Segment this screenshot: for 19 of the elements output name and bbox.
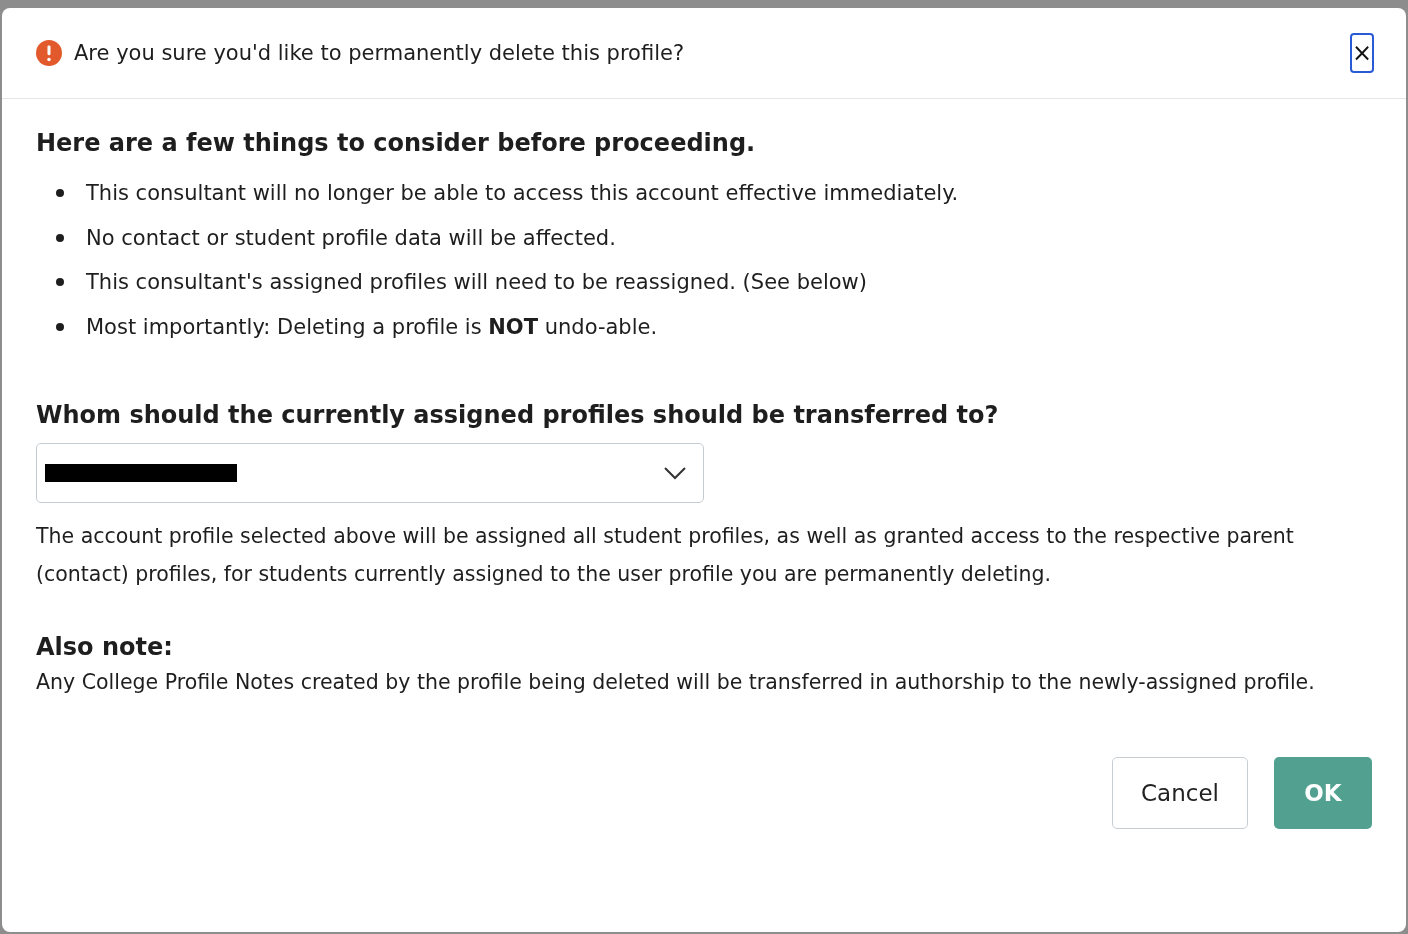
dialog-title: Are you sure you'd like to permanently delete this profile? — [74, 41, 686, 65]
warning-icon — [36, 40, 62, 66]
section-heading: Here are a few things to consider before proceeding. — [36, 129, 757, 157]
consideration-text: This consultant's assigned profiles will need to be reassigned. (See below) — [86, 270, 867, 295]
consideration-text: This consultant will no longer be able to access this account effective immediately. — [86, 181, 959, 206]
bullet-icon — [56, 233, 64, 242]
bullet-icon — [56, 322, 64, 331]
bullet-icon — [56, 278, 64, 287]
consideration-text: No contact or student profile data will be affected. — [86, 225, 616, 250]
note-heading: Also note: — [36, 633, 174, 661]
note-text: Any College Profile Notes created by the profile being deleted will be transferred in authorship to the newly-assigned profile. — [36, 669, 1316, 696]
chevron-down-icon — [663, 466, 687, 480]
consideration-text: Most importantly: Deleting a profile is NOT undo-able. — [86, 314, 658, 339]
bullet-icon — [56, 189, 64, 198]
close-button[interactable]: × — [1350, 33, 1374, 73]
help-text: The account profile selected above will be assigned all student profiles, as well as granted access to the respective parent (contact) profiles, for students currently assigned to the user profile you are permanently deleting. — [36, 523, 1295, 588]
profile-dropdown[interactable] — [36, 443, 704, 503]
cancel-button[interactable]: Cancel — [1112, 757, 1248, 829]
section-heading: Whom should the currently assigned profiles should be transferred to? — [36, 401, 1000, 429]
